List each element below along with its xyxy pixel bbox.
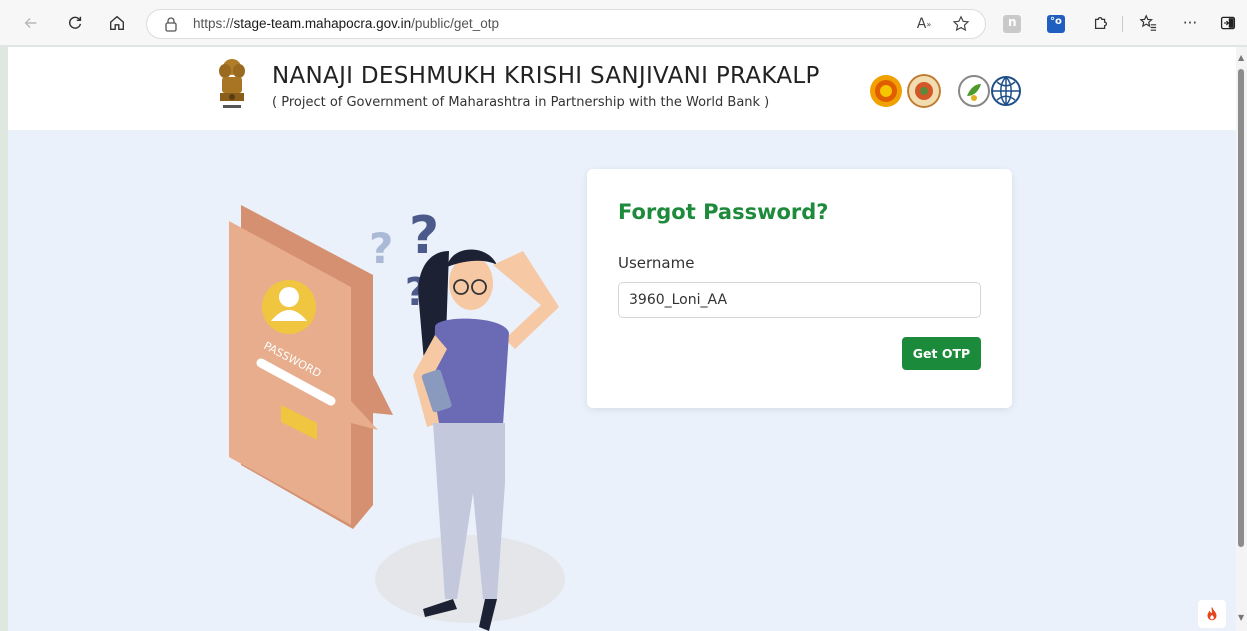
- url-text: https://stage-team.mahapocra.gov.in/publ…: [193, 16, 499, 31]
- scroll-down-arrow-icon[interactable]: ▼: [1238, 613, 1244, 622]
- puzzle-icon: [1094, 16, 1108, 30]
- sidebar-button[interactable]: [1218, 13, 1238, 33]
- favorite-button[interactable]: [952, 15, 970, 33]
- extension-n-icon[interactable]: n: [1003, 15, 1021, 33]
- read-aloud-button[interactable]: A»: [915, 15, 933, 33]
- read-aloud-icon: A: [916, 16, 927, 32]
- floor-shadow: [375, 535, 565, 623]
- forgot-password-illustration: PASSWORD ? ? ?: [229, 205, 565, 631]
- page-content: NANAJI DESHMUKH KRISHI SANJIVANI PRAKALP…: [8, 47, 1236, 631]
- maharashtra-seal-logo: [870, 75, 902, 107]
- star-icon: [952, 15, 970, 32]
- more-icon: ···: [1182, 14, 1198, 32]
- forgot-password-card: Forgot Password? Username 3960_Loni_AA G…: [587, 169, 1012, 408]
- fire-icon: [1207, 606, 1217, 621]
- agriculture-dept-logo: [907, 74, 941, 108]
- world-bank-logo: [991, 76, 1021, 106]
- browser-toolbar: https://stage-team.mahapocra.gov.in/publ…: [0, 0, 1247, 46]
- site-title: NANAJI DESHMUKH KRISHI SANJIVANI PRAKALP: [272, 63, 820, 89]
- floating-widget-button[interactable]: [1198, 600, 1226, 628]
- question-mark-icon: ?: [369, 224, 393, 273]
- toolbar-divider: [1122, 16, 1123, 32]
- url-scheme: https://: [193, 16, 234, 31]
- sidebar-icon: [1220, 16, 1236, 30]
- favorites-list-icon: [1139, 14, 1157, 31]
- site-subtitle: ( Project of Government of Maharashtra i…: [272, 95, 770, 110]
- arrow-left-icon: [24, 17, 37, 29]
- extensions-button[interactable]: [1091, 13, 1111, 33]
- refresh-button[interactable]: [62, 10, 88, 36]
- url-host: stage-team.mahapocra.gov.in: [233, 16, 412, 31]
- refresh-icon: [69, 16, 82, 29]
- state-emblem-icon: [219, 59, 245, 108]
- back-button[interactable]: [18, 10, 44, 36]
- username-label: Username: [618, 254, 695, 272]
- pocra-logo: [958, 75, 990, 107]
- form-title: Forgot Password?: [618, 200, 829, 224]
- scroll-up-arrow-icon[interactable]: ▲: [1238, 53, 1244, 62]
- username-input[interactable]: 3960_Loni_AA: [618, 282, 981, 318]
- more-button[interactable]: ···: [1180, 13, 1200, 33]
- extension-blue-icon[interactable]: °o: [1047, 15, 1065, 33]
- url-path: /public/get_otp: [411, 16, 499, 31]
- page-scrollbar[interactable]: ▲ ▼: [1236, 47, 1247, 631]
- scroll-thumb[interactable]: [1238, 69, 1244, 547]
- home-icon: [110, 15, 124, 30]
- lock-icon[interactable]: [163, 16, 179, 32]
- home-button[interactable]: [104, 10, 130, 36]
- site-header: NANAJI DESHMUKH KRISHI SANJIVANI PRAKALP…: [8, 47, 1236, 130]
- favorites-button[interactable]: [1138, 13, 1158, 33]
- get-otp-button[interactable]: Get OTP: [902, 337, 981, 370]
- address-bar[interactable]: https://stage-team.mahapocra.gov.in/publ…: [146, 9, 986, 39]
